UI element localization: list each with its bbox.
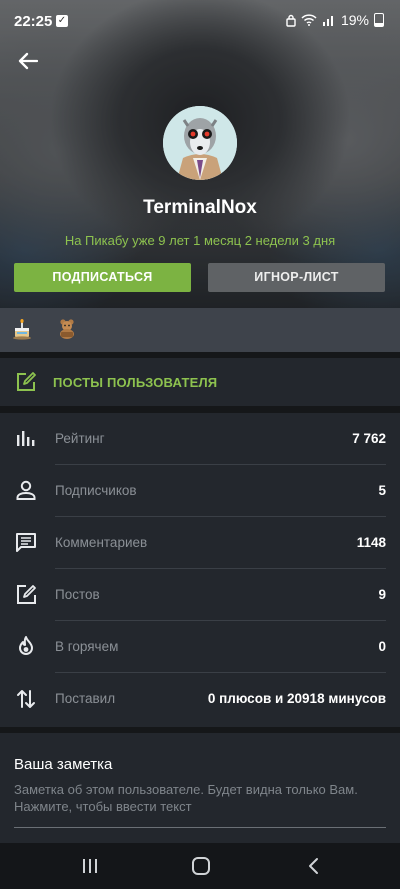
- awards-bar: [0, 308, 400, 352]
- arrow-left-icon: [18, 52, 38, 70]
- stat-row-comments[interactable]: Комментариев 1148: [0, 517, 400, 569]
- stat-value: 0 плюсов и 20918 минусов: [207, 691, 386, 706]
- stat-row-votes: Поставил 0 плюсов и 20918 минусов: [0, 673, 400, 725]
- status-icons: 19%: [286, 12, 384, 28]
- stat-label: В горячем: [55, 639, 119, 654]
- bar-chart-icon: [17, 431, 35, 446]
- note-title: Ваша заметка: [14, 756, 113, 773]
- stats-list: Рейтинг 7 762 Подписчиков 5 Комментариев…: [0, 413, 400, 727]
- stat-value: 0: [378, 639, 386, 654]
- stat-value: 1148: [356, 535, 386, 550]
- status-bar: 22:25 ✓ 19%: [0, 0, 400, 44]
- stat-row-subscribers[interactable]: Подписчиков 5: [0, 465, 400, 517]
- stat-label: Рейтинг: [55, 431, 105, 446]
- stat-label: Постов: [55, 587, 100, 602]
- wifi-icon: [301, 14, 317, 26]
- member-since: На Пикабу уже 9 лет 1 месяц 2 недели 3 д…: [64, 233, 336, 248]
- section-gap: [0, 406, 400, 413]
- lock-icon: [286, 14, 296, 27]
- stat-row-hot[interactable]: В горячем 0: [0, 621, 400, 673]
- stat-value: 5: [378, 483, 386, 498]
- user-posts-label: ПОСТЫ ПОЛЬЗОВАТЕЛЯ: [53, 375, 218, 390]
- note-underline: [14, 827, 386, 828]
- note-input[interactable]: Заметка об этом пользователе. Будет видн…: [14, 781, 386, 815]
- edit-icon: [17, 372, 36, 391]
- back-button[interactable]: [12, 46, 44, 76]
- battery-icon: [374, 13, 384, 27]
- stat-value: 9: [378, 587, 386, 602]
- stat-label: Поставил: [55, 691, 116, 706]
- stat-row-posts[interactable]: Постов 9: [0, 569, 400, 621]
- subscribe-button[interactable]: ПОДПИСАТЬСЯ: [14, 263, 191, 292]
- stat-label: Подписчиков: [55, 483, 137, 498]
- arrows-icon: [17, 690, 35, 708]
- user-posts-link[interactable]: ПОСТЫ ПОЛЬЗОВАТЕЛЯ: [0, 358, 400, 406]
- username: TerminalNox: [143, 197, 257, 218]
- award-teddy-icon[interactable]: [57, 318, 77, 340]
- stat-label: Комментариев: [55, 535, 148, 550]
- edit-icon: [17, 585, 36, 604]
- comment-icon: [16, 533, 36, 552]
- avatar[interactable]: [163, 106, 237, 180]
- ignore-list-button[interactable]: ИГНОР-ЛИСТ: [208, 263, 385, 292]
- system-nav-bar: [0, 843, 400, 889]
- user-note[interactable]: Ваша заметка Заметка об этом пользовател…: [0, 733, 400, 843]
- award-cake-icon[interactable]: [12, 318, 32, 340]
- flame-icon: [19, 636, 33, 655]
- person-icon: [16, 480, 36, 500]
- stat-row-rating: Рейтинг 7 762: [0, 413, 400, 465]
- recent-apps-icon[interactable]: [79, 856, 101, 876]
- lemur-avatar-icon: [163, 106, 237, 180]
- stat-value: 7 762: [352, 431, 386, 446]
- notification-check-icon: ✓: [56, 15, 68, 27]
- signal-icon: [322, 16, 333, 26]
- back-nav-icon[interactable]: [303, 856, 325, 876]
- battery-percent: 19%: [340, 12, 369, 28]
- status-time: 22:25: [14, 13, 53, 30]
- home-icon[interactable]: [190, 856, 212, 876]
